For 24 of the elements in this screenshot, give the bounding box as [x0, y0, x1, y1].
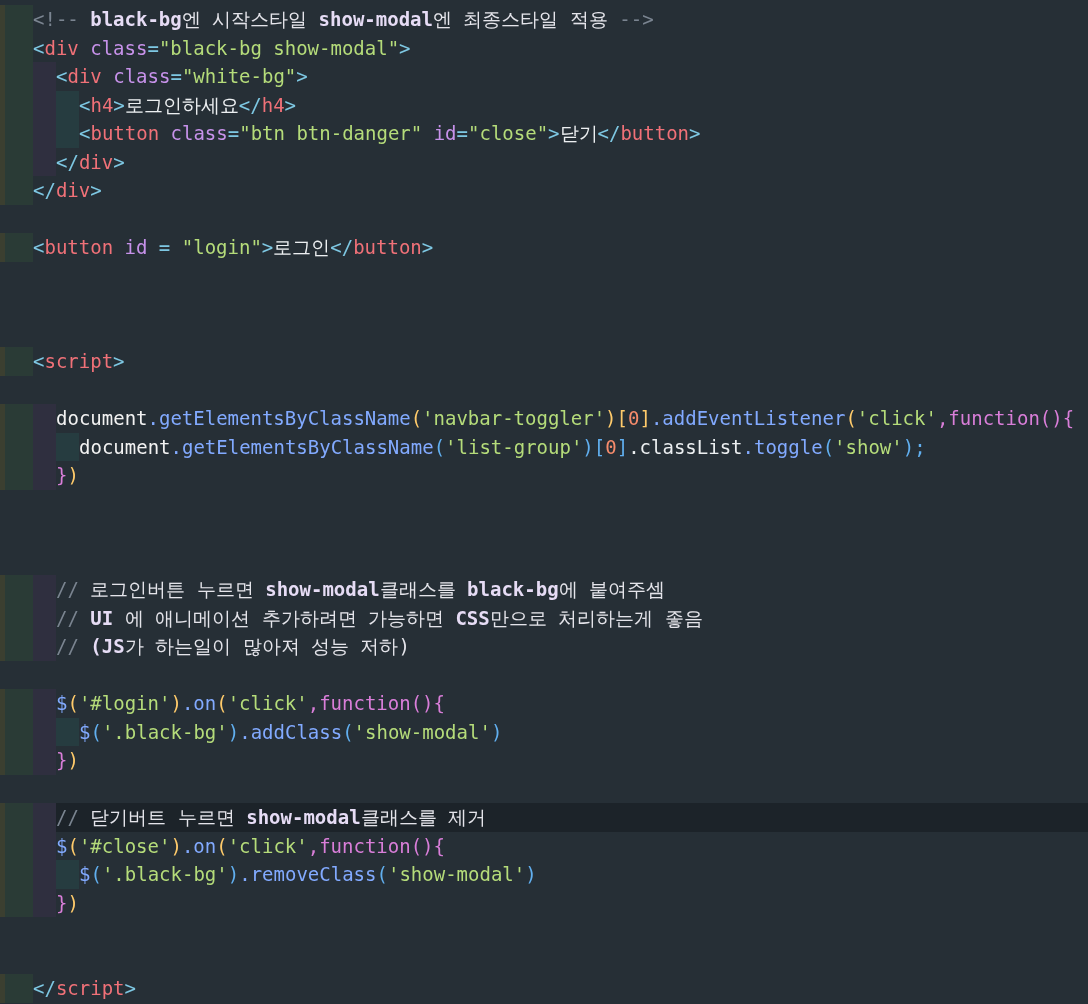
code-line: // 로그인버튼 누르면 show-modal클래스를 black-bg에 붙여주셈 [56, 577, 666, 602]
code-line: <script> [33, 349, 125, 374]
code-line: <button class="btn btn-danger" id="close">닫기</button> [79, 121, 701, 146]
code-line: </div> [56, 149, 125, 175]
code-line: </div> [33, 178, 102, 203]
code-line: <h4>로그인하세요</h4> [79, 92, 297, 118]
code-line: // (JS가 하는일이 많아져 성능 저하) [56, 634, 410, 659]
code-line: <div class="white-bg"> [56, 64, 308, 89]
code-line: }) [56, 890, 79, 916]
code-line: document.getElementsByClassName('list-group')[0].classList.toggle('show'); [79, 434, 926, 460]
code-line: $('#close').on('click',function(){ [56, 833, 445, 859]
code-line: // UI 에 애니메이션 추가하려면 가능하면 CSS만으로 처리하는게 좋음 [56, 605, 703, 631]
indent-guide [33, 803, 56, 832]
code-line: // 닫기버트 누르면 show-modal클래스를 제거 [56, 805, 487, 830]
code-line: $('.black-bg').removeClass('show-modal') [79, 862, 537, 887]
code-line: document.getElementsByClassName('navbar-toggler')[0].addEventListener('click',function(){ [56, 406, 1075, 431]
code-line: <button id = "login">로그인</button> [33, 235, 434, 260]
code-line: </script> [33, 976, 136, 1001]
code-line: }) [56, 748, 79, 773]
code-line: }) [56, 463, 79, 488]
code-line: $('.black-bg').addClass('show-modal') [79, 719, 503, 745]
code-line: $('#login').on('click',function(){ [56, 691, 445, 716]
code-line: <div class="black-bg show-modal"> [33, 35, 411, 61]
code-line: <!-- black-bg엔 시작스타일 show-modal엔 최종스타일 적용 --> [33, 7, 654, 32]
